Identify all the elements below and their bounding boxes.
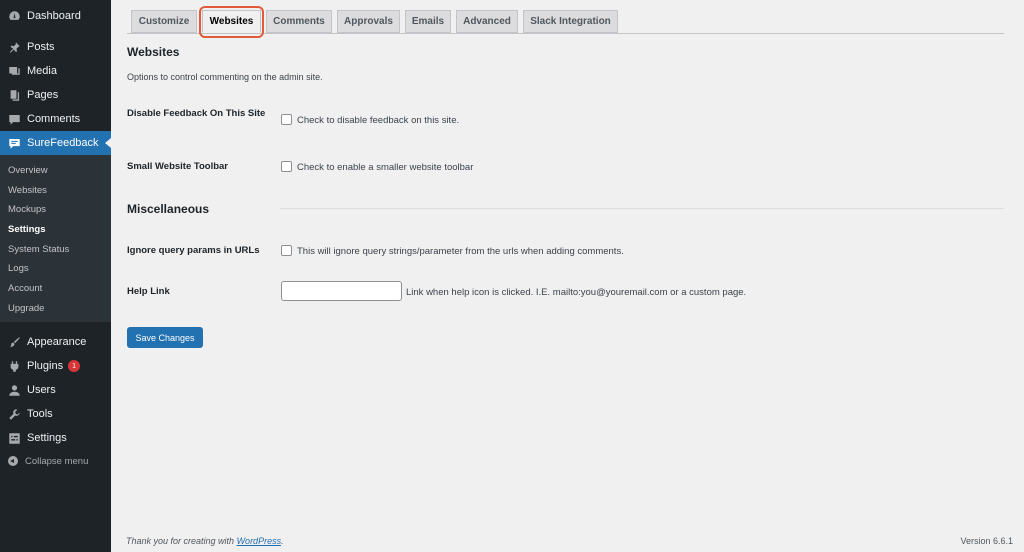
ignore-query-text: This will ignore query strings/parameter… (297, 246, 624, 257)
collapse-menu-button[interactable]: Collapse menu (0, 449, 111, 473)
collapse-icon (8, 456, 18, 466)
plugin-icon (7, 359, 21, 373)
footer-thanks-prefix: Thank you for creating with (126, 536, 237, 546)
sidebar-item-media[interactable]: Media (0, 59, 111, 83)
sidebar-item-comments[interactable]: Comments (0, 107, 111, 131)
sidebar-item-label: Comments (27, 113, 81, 125)
footer-version: Version 6.6.1 (960, 536, 1013, 546)
sidebar-item-label: Settings (27, 432, 67, 444)
small-toolbar-text: Check to enable a smaller website toolba… (297, 162, 474, 173)
submenu-item-mockups[interactable]: Mockups (8, 204, 46, 215)
sidebar-item-label: Plugins (27, 360, 64, 372)
sidebar-item-surefeedback[interactable]: SureFeedback (0, 131, 111, 155)
sidebar-item-tools[interactable]: Tools (0, 402, 111, 426)
sidebar-item-pages[interactable]: Pages (0, 83, 111, 107)
disable-feedback-checkbox[interactable] (281, 114, 292, 125)
misc-divider (280, 208, 1004, 209)
submenu-item-settings[interactable]: Settings (8, 224, 45, 235)
dashboard-icon (7, 9, 21, 23)
pin-icon (7, 40, 21, 54)
collapse-menu-label: Collapse menu (25, 455, 89, 467)
websites-description: Options to control commenting on the adm… (127, 72, 323, 82)
sidebar-item-label: SureFeedback (27, 137, 99, 149)
ignore-query-checkbox[interactable] (281, 245, 292, 256)
disable-feedback-label: Disable Feedback On This Site (127, 108, 266, 119)
sidebar-item-label: Pages (27, 89, 59, 101)
pages-icon (7, 88, 21, 102)
sidebar-item-users[interactable]: Users (0, 378, 111, 402)
sidebar-item-label: Posts (27, 41, 55, 53)
feedback-icon (7, 136, 21, 150)
comment-icon (7, 112, 21, 126)
misc-heading: Miscellaneous (127, 202, 210, 216)
submenu-item-upgrade[interactable]: Upgrade (8, 303, 44, 314)
plugins-update-badge: 1 (68, 360, 81, 372)
media-icon (7, 64, 21, 78)
help-link-input[interactable] (281, 281, 402, 301)
small-toolbar-checkbox[interactable] (281, 161, 292, 172)
tab-advanced[interactable]: Advanced (456, 10, 518, 33)
admin-sidebar: Dashboard Posts Media Pages Comments Sur… (0, 0, 111, 552)
submenu-item-logs[interactable]: Logs (8, 263, 29, 274)
settings-icon (7, 431, 21, 445)
footer-thanks: Thank you for creating with WordPress. (126, 536, 284, 546)
user-icon (7, 383, 21, 397)
submenu-item-system-status[interactable]: System Status (8, 244, 69, 255)
sidebar-item-label: Users (27, 384, 56, 396)
wrench-icon (7, 407, 21, 421)
small-toolbar-label: Small Website Toolbar (127, 161, 229, 172)
active-tab-highlight (199, 6, 264, 38)
tab-emails[interactable]: Emails (405, 10, 451, 33)
save-changes-button[interactable]: Save Changes (127, 327, 203, 348)
tab-slack-integration[interactable]: Slack Integration (523, 10, 618, 33)
submenu-item-websites[interactable]: Websites (8, 185, 47, 196)
tab-comments[interactable]: Comments (266, 10, 332, 33)
brush-icon (7, 335, 21, 349)
sidebar-item-settings[interactable]: Settings (0, 426, 111, 450)
sidebar-item-label: Tools (27, 408, 53, 420)
surefeedback-submenu: Overview Websites Mockups Settings Syste… (0, 155, 111, 322)
disable-feedback-text: Check to disable feedback on this site. (297, 115, 460, 126)
sidebar-item-label: Dashboard (27, 10, 81, 22)
sidebar-item-posts[interactable]: Posts (0, 35, 111, 59)
sidebar-item-plugins[interactable]: Plugins 1 (0, 354, 111, 378)
submenu-item-account[interactable]: Account (8, 283, 42, 294)
sidebar-item-label: Media (27, 65, 57, 77)
sidebar-item-dashboard[interactable]: Dashboard (0, 4, 111, 28)
help-link-label: Help Link (127, 286, 170, 297)
ignore-query-label: Ignore query params in URLs (127, 245, 260, 256)
websites-heading: Websites (127, 45, 180, 59)
sidebar-item-appearance[interactable]: Appearance (0, 330, 111, 354)
footer-thanks-suffix: . (281, 536, 284, 546)
wordpress-link[interactable]: WordPress (237, 536, 282, 546)
tab-customize[interactable]: Customize (131, 10, 197, 33)
submenu-item-overview[interactable]: Overview (8, 165, 48, 176)
sidebar-item-label: Appearance (27, 336, 87, 348)
help-link-description: Link when help icon is clicked. I.E. mai… (406, 287, 747, 298)
tab-approvals[interactable]: Approvals (337, 10, 400, 33)
